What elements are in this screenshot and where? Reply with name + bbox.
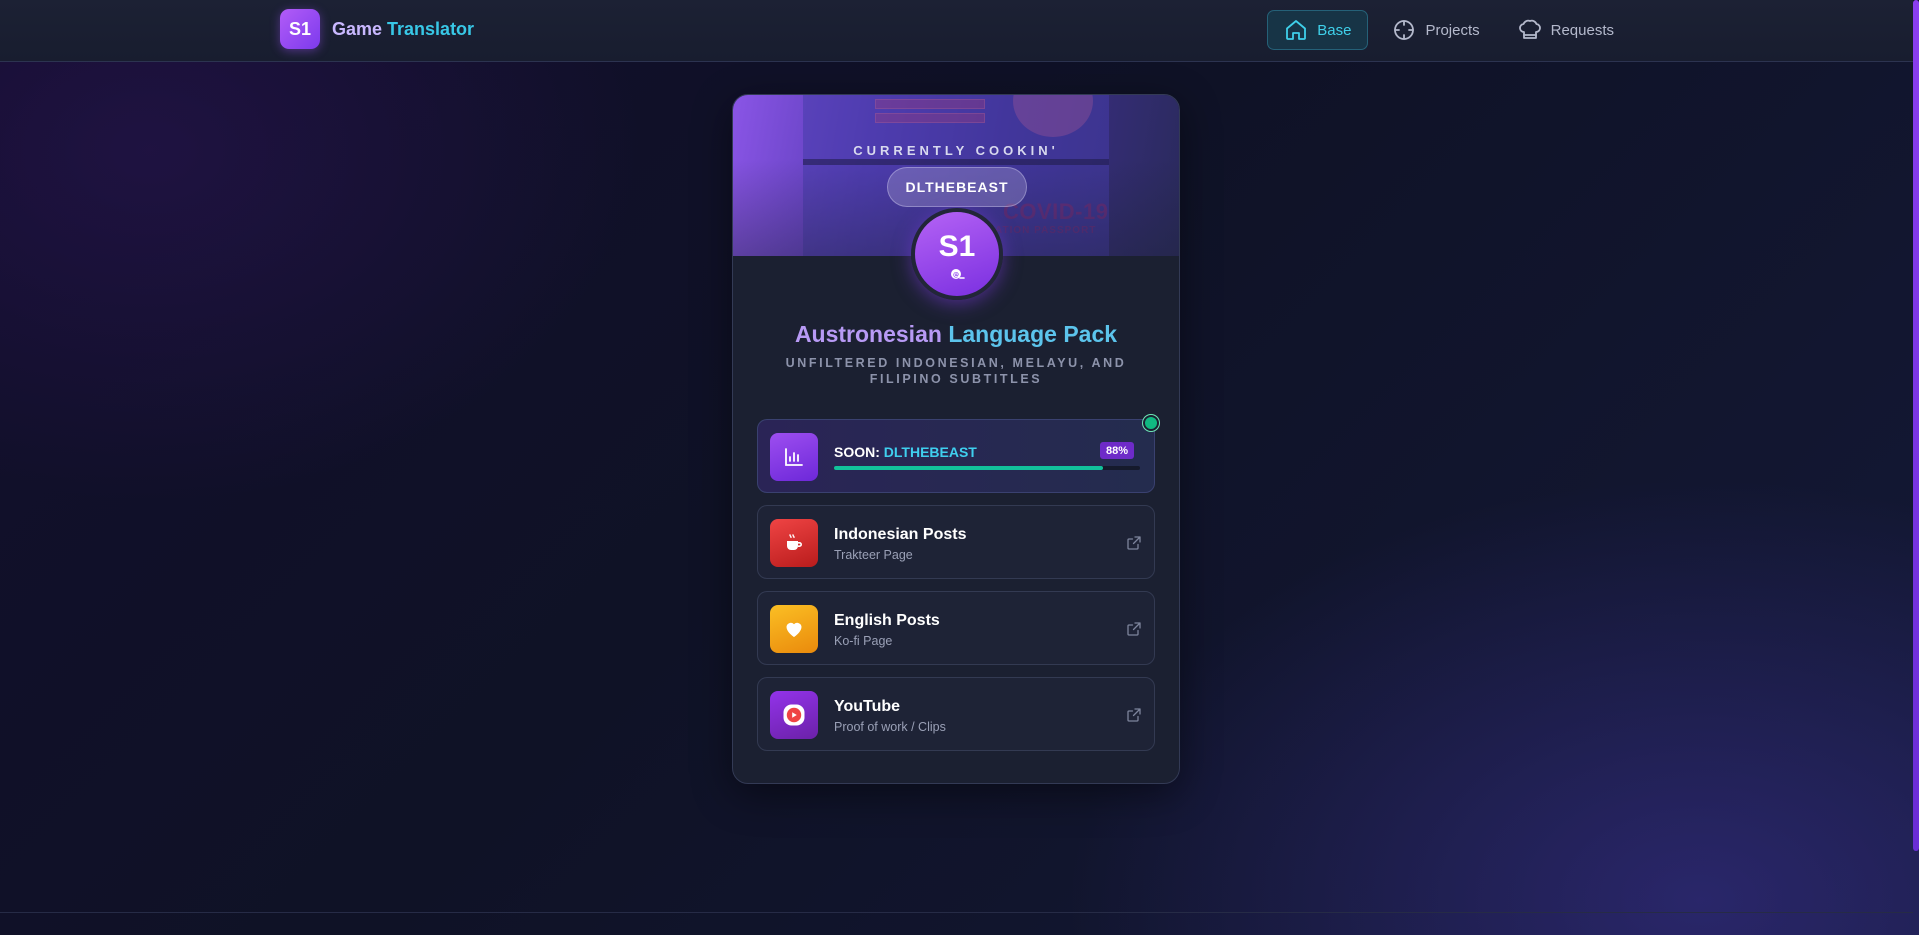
brand-word-translator: Translator [387, 18, 475, 39]
brand-logo[interactable]: S1 [280, 9, 320, 49]
link-subtitle: Trakteer Page [834, 548, 913, 562]
crosshair-icon [1394, 20, 1415, 40]
progress-bar-fill [834, 466, 1104, 470]
heart-icon [786, 622, 802, 637]
youtube-icon-box [770, 691, 818, 739]
page-scrollbar[interactable] [1913, 0, 1919, 851]
brand-name[interactable]: Game Translator [332, 19, 474, 40]
heart-icon-box [770, 605, 818, 653]
home-icon [1286, 20, 1307, 40]
link-title: Indonesian Posts [834, 526, 967, 543]
coffee-icon-box [770, 519, 818, 567]
author-badge[interactable]: DLTHEBEAST [887, 167, 1027, 207]
bar-chart-icon [785, 448, 803, 466]
nav-item-label: Requests [1550, 21, 1614, 39]
translate-icon: @ [951, 269, 965, 279]
link-indonesian-posts[interactable]: Indonesian Posts Trakteer Page [757, 505, 1155, 579]
nav-item-projects[interactable]: Projects [1378, 10, 1493, 50]
link-subtitle: Ko-fi Page [834, 634, 893, 648]
brand[interactable]: S1 Game Translator [280, 9, 474, 49]
link-english-posts[interactable]: English Posts Ko-fi Page [757, 591, 1155, 665]
avatar-text: S1 [938, 230, 976, 263]
title-part-1: Austronesian [794, 321, 942, 347]
progress-label: SOON: DLTHEBEAST [834, 444, 977, 460]
page-title: Austronesian Language Pack [733, 321, 1179, 348]
youtube-icon [783, 704, 805, 726]
page-subtitle: UNFILTERED INDONESIAN, MELAYU, AND FILIP… [785, 356, 1127, 386]
title-part-2: Language Pack [948, 321, 1118, 347]
nav-item-label: Base [1317, 21, 1352, 39]
link-youtube[interactable]: YouTube Proof of work / Clips [757, 677, 1155, 751]
top-nav-bar: S1 Game Translator Base Projects Requests [0, 0, 1913, 62]
nav-item-requests[interactable]: Requests [1504, 10, 1628, 50]
external-link-icon [1127, 536, 1141, 550]
nav-item-label: Projects [1425, 21, 1480, 39]
online-status-dot [1143, 415, 1159, 431]
chef-hat-icon [1518, 19, 1541, 39]
avatar: S1 @ [911, 208, 1003, 300]
progress-item[interactable]: SOON: DLTHEBEAST 88% [757, 419, 1155, 493]
external-link-icon [1127, 622, 1141, 636]
brand-word-game: Game [332, 18, 383, 39]
progress-icon-box [770, 433, 818, 481]
progress-percent-badge: 88% [1099, 442, 1134, 459]
project-card: COVID-19 ATION PASSPORT CURRENTLY COOKIN… [732, 94, 1180, 784]
footer-divider [0, 912, 1913, 913]
currently-cooking-label: CURRENTLY COOKIN' [853, 143, 1059, 158]
coffee-icon [787, 534, 802, 550]
link-subtitle: Proof of work / Clips [834, 720, 946, 734]
link-title: English Posts [834, 612, 940, 629]
link-title: YouTube [834, 698, 901, 715]
progress-bar [834, 466, 1140, 470]
nav-item-base[interactable]: Base [1267, 10, 1369, 50]
svg-text:@: @ [953, 272, 959, 279]
main-nav: Base Projects Requests [1257, 10, 1628, 50]
progress-author: DLTHEBEAST [883, 444, 977, 460]
external-link-icon [1127, 708, 1141, 722]
